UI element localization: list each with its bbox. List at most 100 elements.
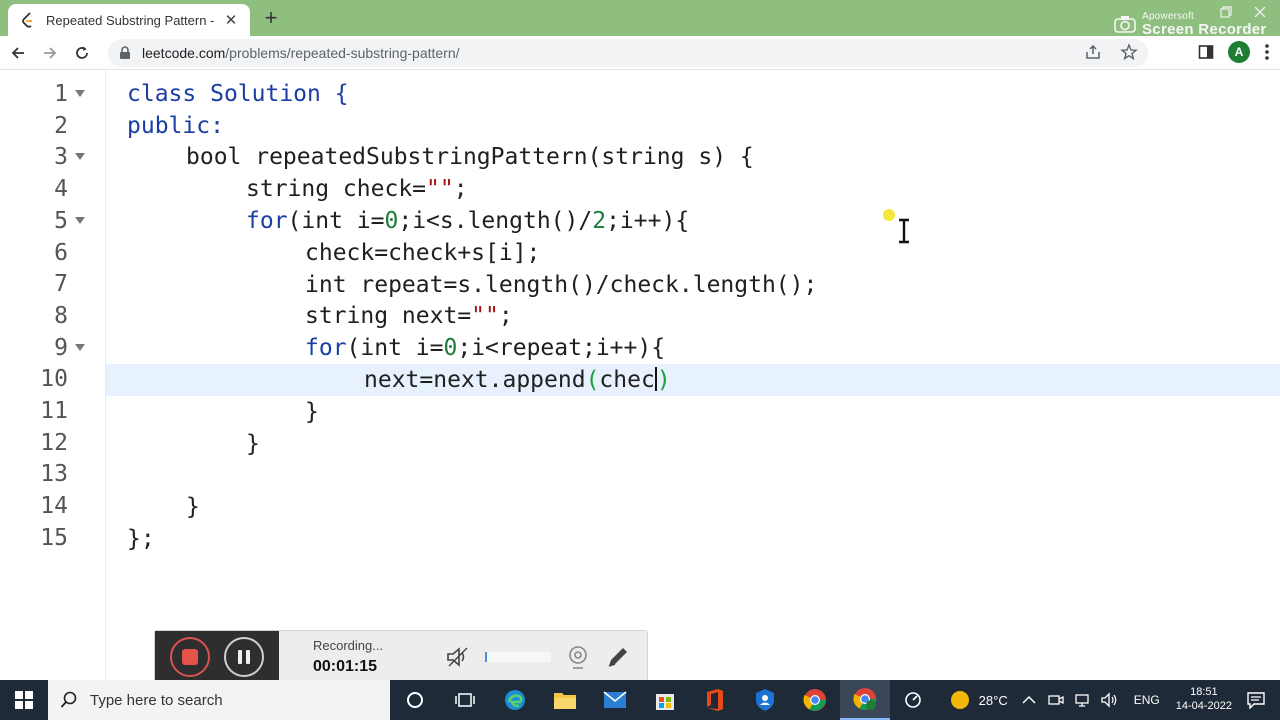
ibeam-cursor-icon (899, 218, 909, 244)
profile-avatar[interactable]: A (1228, 41, 1250, 63)
chrome-icon (803, 689, 826, 711)
fold-caret-icon[interactable] (75, 153, 85, 161)
chevron-up-icon[interactable] (1022, 695, 1036, 705)
speaker-muted-icon[interactable] (445, 645, 471, 669)
leetcode-favicon-icon (20, 12, 36, 28)
matched-paren: ( (585, 367, 600, 393)
restore-window-icon[interactable] (1218, 4, 1234, 20)
cortana-button[interactable] (390, 680, 440, 720)
office-icon (707, 689, 723, 711)
lock-icon[interactable] (118, 46, 132, 60)
code-line-9[interactable]: for(int i=0;i<repeat;i++){ (305, 332, 665, 364)
code-line-3[interactable]: bool repeatedSubstringPattern(string s) … (186, 141, 754, 173)
stop-recording-button[interactable] (170, 637, 210, 677)
fold-caret-icon[interactable] (75, 343, 85, 351)
code-token: ;i<s.length()/ (398, 208, 593, 234)
gutter-row: 8 (0, 300, 1280, 332)
edge-taskbar-icon[interactable] (490, 680, 540, 720)
gutter-row: 15 (0, 522, 1280, 554)
cortana-circle-icon (407, 692, 423, 708)
back-button[interactable] (4, 39, 32, 67)
fold-caret-icon[interactable] (75, 216, 85, 224)
code-token: ;i++){ (606, 208, 690, 234)
chrome-profile-taskbar-icon[interactable] (840, 680, 890, 720)
line-number: 14 (40, 493, 68, 520)
folder-icon (554, 693, 576, 709)
close-tab-icon[interactable]: ✕ (222, 11, 240, 29)
volume-slider[interactable] (485, 652, 551, 662)
line-number: 1 (54, 81, 68, 107)
close-window-icon[interactable] (1252, 4, 1268, 20)
pause-recording-button[interactable] (224, 637, 264, 677)
code-token: string check= (246, 176, 427, 202)
store-icon (656, 694, 674, 710)
forward-button[interactable] (36, 39, 64, 67)
gutter-row: 11 (0, 395, 1280, 427)
browser-tabstrip: Repeated Substring Pattern - Lee ✕ + Apo… (0, 0, 1280, 37)
code-line-7[interactable]: int repeat=s.length()/check.length(); (305, 269, 817, 301)
code-line-5[interactable]: for(int i=0;i<s.length()/2;i++){ (246, 205, 689, 237)
code-line-1[interactable]: class Solution { (127, 78, 349, 110)
line-number: 8 (54, 302, 68, 329)
code-line-11[interactable]: } (305, 396, 319, 428)
meet-now-icon[interactable] (1048, 692, 1064, 708)
code-line-4[interactable]: string check=""; (246, 173, 468, 205)
line-number: 4 (54, 176, 68, 203)
bookmark-star-icon[interactable] (1120, 43, 1138, 61)
system-tray: 28°C ENG 18:51 14-04-2022 (903, 680, 1280, 720)
reload-button[interactable] (68, 39, 96, 67)
network-icon[interactable] (1074, 692, 1090, 708)
gutter-row: 12 (0, 427, 1280, 459)
browser-tab[interactable]: Repeated Substring Pattern - Lee ✕ (8, 4, 250, 36)
office-taskbar-icon[interactable] (690, 680, 740, 720)
task-view-icon (455, 693, 475, 707)
performance-icon[interactable] (903, 690, 923, 710)
windows-taskbar: Type here to search 28°C ENG 18:51 14-04… (0, 680, 1280, 720)
mail-taskbar-icon[interactable] (590, 680, 640, 720)
chrome-taskbar-icon[interactable] (790, 680, 840, 720)
url-host: leetcode.com (142, 45, 226, 61)
file-explorer-taskbar-icon[interactable] (540, 680, 590, 720)
pen-annotate-icon[interactable] (605, 644, 631, 670)
mail-icon (603, 691, 627, 708)
line-number: 7 (54, 271, 68, 298)
code-editor[interactable]: 1 2 3 4 5 6 7 8 9 10 11 12 13 14 15 class Solution { p… (0, 70, 1280, 680)
taskbar-search-box[interactable]: Type here to search (48, 680, 390, 720)
code-line-6[interactable]: check=check+s[i]; (305, 237, 540, 269)
code-line-8[interactable]: string next=""; (305, 300, 513, 332)
recording-timer: 00:01:15 (313, 658, 378, 675)
number-literal: 0 (384, 208, 399, 234)
fold-caret-icon[interactable] (75, 90, 85, 97)
camera-icon (1114, 16, 1136, 33)
code-line-15[interactable]: }; (127, 523, 155, 555)
webcam-icon[interactable] (565, 644, 591, 670)
line-number: 5 (54, 207, 68, 234)
security-taskbar-icon[interactable] (740, 680, 790, 720)
arrow-left-icon (11, 46, 24, 59)
address-bar[interactable]: leetcode.com/problems/repeated-substring… (108, 39, 1148, 67)
code-token: chec (599, 367, 655, 393)
code-line-12[interactable]: } (246, 428, 260, 460)
start-button[interactable] (0, 680, 48, 720)
notifications-icon[interactable] (1246, 691, 1266, 709)
more-menu-icon[interactable] (1264, 43, 1270, 61)
windows-logo-icon (15, 691, 33, 709)
line-number: 2 (54, 112, 68, 139)
keyword-for: for (246, 208, 288, 234)
weather-sun-icon[interactable] (949, 689, 971, 711)
new-tab-button[interactable]: + (258, 5, 284, 30)
clock[interactable]: 18:51 14-04-2022 (1176, 686, 1232, 714)
code-line-10[interactable]: next=next.append(chec) (364, 364, 671, 396)
class-name: Solution { (196, 81, 349, 107)
code-line-2[interactable]: public: (127, 110, 224, 142)
store-taskbar-icon[interactable] (640, 680, 690, 720)
reload-icon (76, 46, 88, 59)
volume-icon[interactable] (1100, 692, 1118, 708)
side-panel-icon[interactable] (1198, 44, 1214, 60)
weather-temperature[interactable]: 28°C (979, 693, 1008, 708)
line-number: 11 (40, 398, 68, 424)
task-view-button[interactable] (440, 680, 490, 720)
code-line-14[interactable]: } (186, 491, 200, 523)
share-icon[interactable] (1084, 43, 1102, 61)
input-language[interactable]: ENG (1134, 693, 1160, 707)
